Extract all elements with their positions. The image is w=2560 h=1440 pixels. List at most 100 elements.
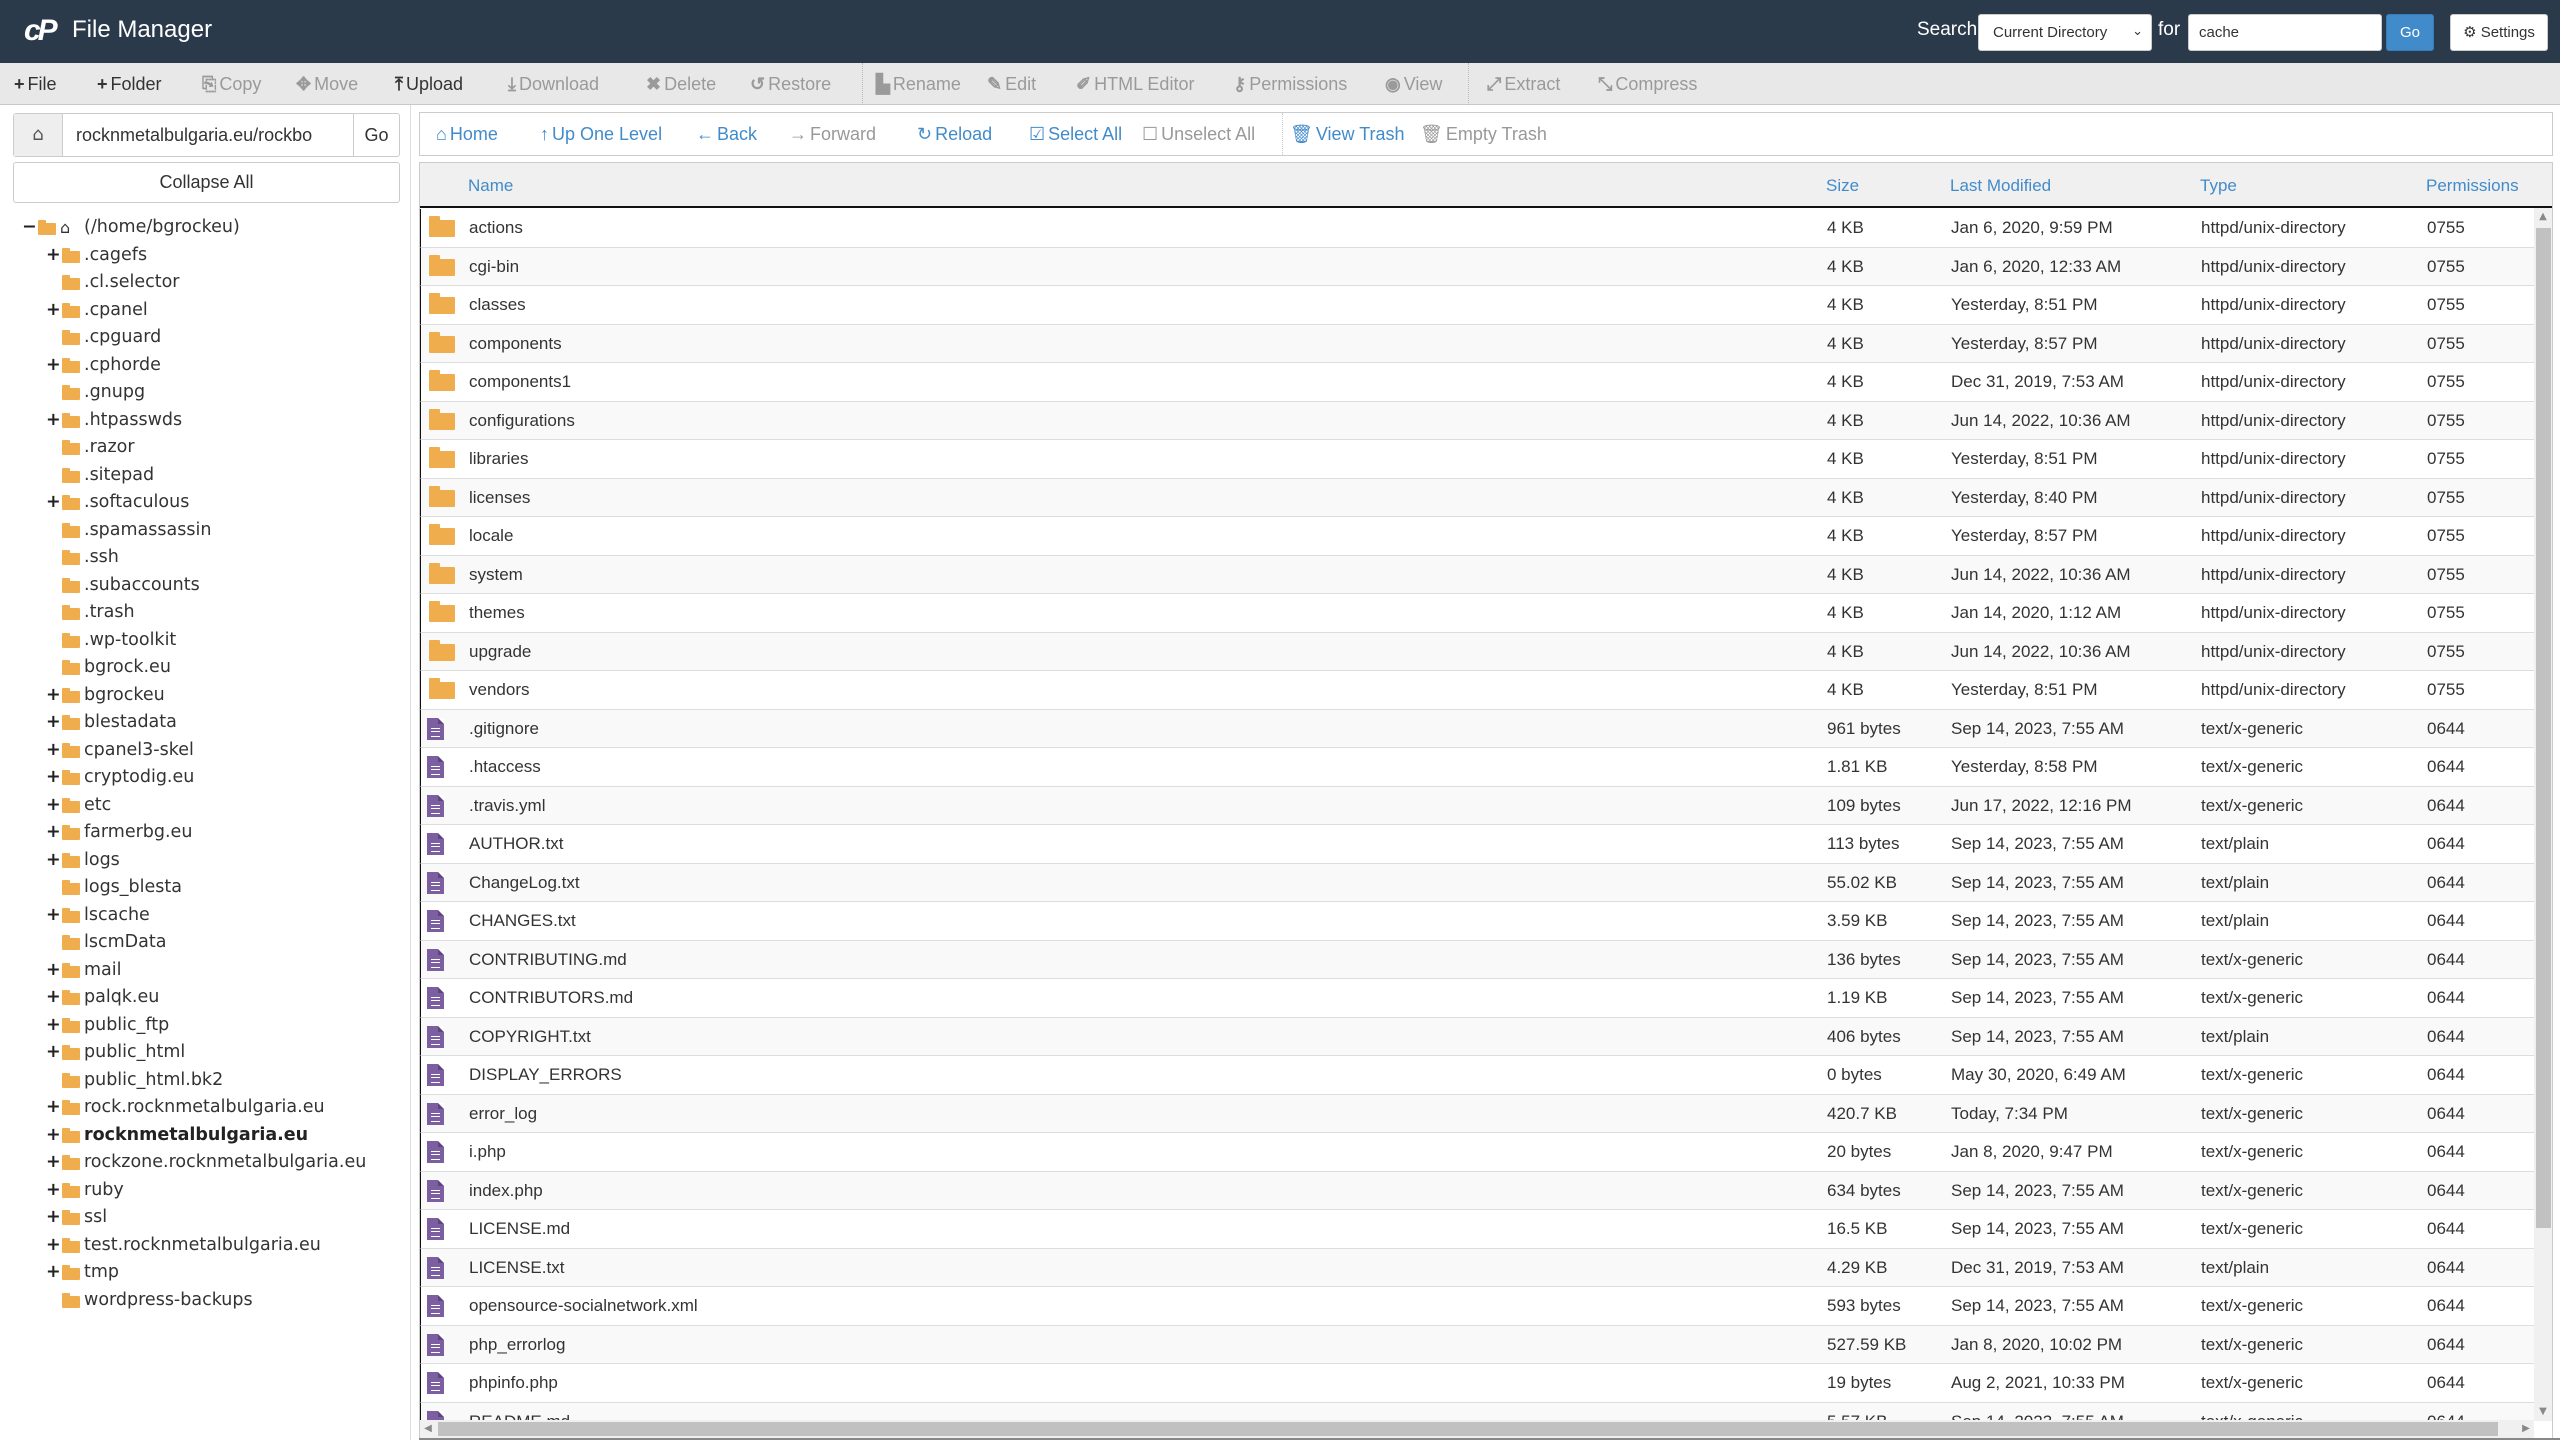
- table-row[interactable]: php_errorlog 527.59 KB Jan 8, 2020, 10:02 …: [420, 1325, 2534, 1364]
- tree-item[interactable]: + farmerbg.eu: [20, 819, 400, 847]
- expand-icon[interactable]: +: [46, 297, 61, 325]
- table-row[interactable]: LICENSE.md 16.5 KB Sep 14, 2023, 7:55 AM te…: [420, 1210, 2534, 1249]
- tree-item[interactable]: + cpanel3-skel: [20, 737, 400, 765]
- tree-item[interactable]: + blestadata: [20, 709, 400, 737]
- tree-item[interactable]: + .cphorde: [20, 352, 400, 380]
- tree-item[interactable]: .cpguard: [20, 324, 400, 352]
- table-row[interactable]: licenses 4 KB Yesterday, 8:40 PM httpd/unix…: [420, 478, 2534, 517]
- tree-item[interactable]: + mail: [20, 957, 400, 985]
- search-go-button[interactable]: Go: [2386, 14, 2434, 51]
- toolbar-rename-button[interactable]: ▙ Rename: [876, 63, 961, 105]
- expand-icon[interactable]: +: [46, 1232, 61, 1260]
- expand-icon[interactable]: +: [46, 902, 61, 930]
- tree-item[interactable]: + .softaculous: [20, 489, 400, 517]
- collapse-icon[interactable]: −: [22, 214, 37, 242]
- tree-item[interactable]: + cryptodig.eu: [20, 764, 400, 792]
- tree-item[interactable]: + tmp: [20, 1259, 400, 1287]
- path-input[interactable]: rocknmetalbulgaria.eu/rockbo: [64, 114, 354, 156]
- table-row[interactable]: DISPLAY_ERRORS 0 bytes May 30, 2020, 6:49 …: [420, 1056, 2534, 1095]
- expand-icon[interactable]: +: [46, 764, 61, 792]
- table-row[interactable]: phpinfo.php 19 bytes Aug 2, 2021, 10:33 PM…: [420, 1364, 2534, 1403]
- table-row[interactable]: upgrade 4 KB Jun 14, 2022, 10:36 AM httpd/u…: [420, 632, 2534, 671]
- tree-root[interactable]: − ⌂ (/home/bgrockeu): [20, 214, 400, 242]
- expand-icon[interactable]: +: [46, 1039, 61, 1067]
- expand-icon[interactable]: +: [46, 242, 61, 270]
- tree-item[interactable]: + lscache: [20, 902, 400, 930]
- expand-icon[interactable]: +: [46, 1259, 61, 1287]
- tree-item[interactable]: + bgrockeu: [20, 682, 400, 710]
- tree-item[interactable]: .wp-toolkit: [20, 627, 400, 655]
- tree-item[interactable]: public_html.bk2: [20, 1067, 400, 1095]
- tree-item[interactable]: .sitepad: [20, 462, 400, 490]
- tree-item[interactable]: + ruby: [20, 1177, 400, 1205]
- expand-icon[interactable]: +: [46, 1149, 61, 1177]
- nav-empty-trash-button[interactable]: 🗑 Empty Trash: [1420, 113, 1547, 155]
- table-row[interactable]: themes 4 KB Jan 14, 2020, 1:12 AM httpd/uni…: [420, 594, 2534, 633]
- table-row[interactable]: system 4 KB Jun 14, 2022, 10:36 AM httpd/un…: [420, 555, 2534, 594]
- expand-icon[interactable]: +: [46, 957, 61, 985]
- expand-icon[interactable]: +: [46, 1177, 61, 1205]
- path-go-button[interactable]: Go: [353, 114, 399, 156]
- panel-divider[interactable]: [410, 105, 411, 1440]
- tree-item[interactable]: + public_ftp: [20, 1012, 400, 1040]
- expand-icon[interactable]: +: [46, 352, 61, 380]
- tree-item[interactable]: logs_blesta: [20, 874, 400, 902]
- scroll-right-icon[interactable]: ▶: [2518, 1420, 2534, 1438]
- tree-item[interactable]: + etc: [20, 792, 400, 820]
- tree-item[interactable]: + rocknmetalbulgaria.eu: [20, 1122, 400, 1150]
- table-row[interactable]: .gitignore 961 bytes Sep 14, 2023, 7:55 AM…: [420, 709, 2534, 748]
- expand-icon[interactable]: +: [46, 1094, 61, 1122]
- column-header-type[interactable]: Type: [2200, 163, 2237, 208]
- expand-icon[interactable]: +: [46, 682, 61, 710]
- home-icon[interactable]: ⌂: [14, 114, 63, 156]
- expand-icon[interactable]: +: [46, 984, 61, 1012]
- table-row[interactable]: actions 4 KB Jan 6, 2020, 9:59 PM httpd/uni…: [420, 209, 2534, 248]
- toolbar-file-button[interactable]: + File: [14, 63, 57, 105]
- toolbar-move-button[interactable]: ✥ Move: [296, 63, 358, 105]
- tree-item[interactable]: + .cagefs: [20, 242, 400, 270]
- table-row[interactable]: .htaccess 1.81 KB Yesterday, 8:58 PM text/x…: [420, 748, 2534, 787]
- toolbar-download-button[interactable]: ⤓ Download: [508, 63, 599, 105]
- toolbar-extract-button[interactable]: ⤢ Extract: [1487, 63, 1560, 105]
- nav-home-button[interactable]: ⌂ Home: [436, 113, 498, 155]
- nav-select-all-button[interactable]: ☑ Select All: [1029, 113, 1122, 155]
- column-header-size[interactable]: Size: [1826, 163, 1859, 208]
- expand-icon[interactable]: +: [46, 489, 61, 517]
- tree-item[interactable]: + test.rocknmetalbulgaria.eu: [20, 1232, 400, 1260]
- table-row[interactable]: index.php 634 bytes Sep 14, 2023, 7:55 AM t…: [420, 1171, 2534, 1210]
- toolbar-restore-button[interactable]: ↺ Restore: [750, 63, 831, 105]
- toolbar-upload-button[interactable]: ⤒ Upload: [395, 63, 463, 105]
- tree-item[interactable]: + .cpanel: [20, 297, 400, 325]
- tree-item[interactable]: .subaccounts: [20, 572, 400, 600]
- table-row[interactable]: opensource-socialnetwork.xml 593 bytes Sep…: [420, 1287, 2534, 1326]
- table-row[interactable]: COPYRIGHT.txt 406 bytes Sep 14, 2023, 7:55…: [420, 1017, 2534, 1056]
- cpanel-logo-icon[interactable]: cP: [24, 14, 58, 48]
- tree-item[interactable]: + public_html: [20, 1039, 400, 1067]
- table-row[interactable]: classes 4 KB Yesterday, 8:51 PM httpd/unix-…: [420, 286, 2534, 325]
- toolbar-view-button[interactable]: ◉ View: [1385, 63, 1442, 105]
- scroll-up-icon[interactable]: ▲: [2534, 208, 2552, 226]
- tree-item[interactable]: .cl.selector: [20, 269, 400, 297]
- table-row[interactable]: ChangeLog.txt 55.02 KB Sep 14, 2023, 7:55 …: [420, 863, 2534, 902]
- toolbar-folder-button[interactable]: + Folder: [97, 63, 162, 105]
- tree-item[interactable]: + .htpasswds: [20, 407, 400, 435]
- table-row[interactable]: CHANGES.txt 3.59 KB Sep 14, 2023, 7:55 AM t…: [420, 902, 2534, 941]
- tree-item[interactable]: + ssl: [20, 1204, 400, 1232]
- expand-icon[interactable]: +: [46, 737, 61, 765]
- scrollbar-thumb[interactable]: [2536, 228, 2551, 1228]
- nav-back-button[interactable]: ← Back: [696, 113, 757, 155]
- tree-item[interactable]: wordpress-backups: [20, 1287, 400, 1315]
- collapse-all-button[interactable]: Collapse All: [13, 162, 400, 203]
- table-row[interactable]: LICENSE.txt 4.29 KB Dec 31, 2019, 7:53 AM t…: [420, 1248, 2534, 1287]
- expand-icon[interactable]: +: [46, 847, 61, 875]
- table-row[interactable]: AUTHOR.txt 113 bytes Sep 14, 2023, 7:55 AM…: [420, 825, 2534, 864]
- column-header-name[interactable]: Name: [468, 163, 513, 208]
- tree-item[interactable]: .razor: [20, 434, 400, 462]
- toolbar-delete-button[interactable]: ✖ Delete: [646, 63, 716, 105]
- scroll-left-icon[interactable]: ◀: [420, 1420, 436, 1438]
- table-row[interactable]: cgi-bin 4 KB Jan 6, 2020, 12:33 AM httpd/un…: [420, 247, 2534, 286]
- nav-reload-button[interactable]: ↻ Reload: [917, 113, 992, 155]
- tree-item[interactable]: + palqk.eu: [20, 984, 400, 1012]
- nav-view-trash-button[interactable]: 🗑 View Trash: [1290, 113, 1405, 155]
- search-scope-select[interactable]: Current Directory ⌄: [1978, 14, 2152, 51]
